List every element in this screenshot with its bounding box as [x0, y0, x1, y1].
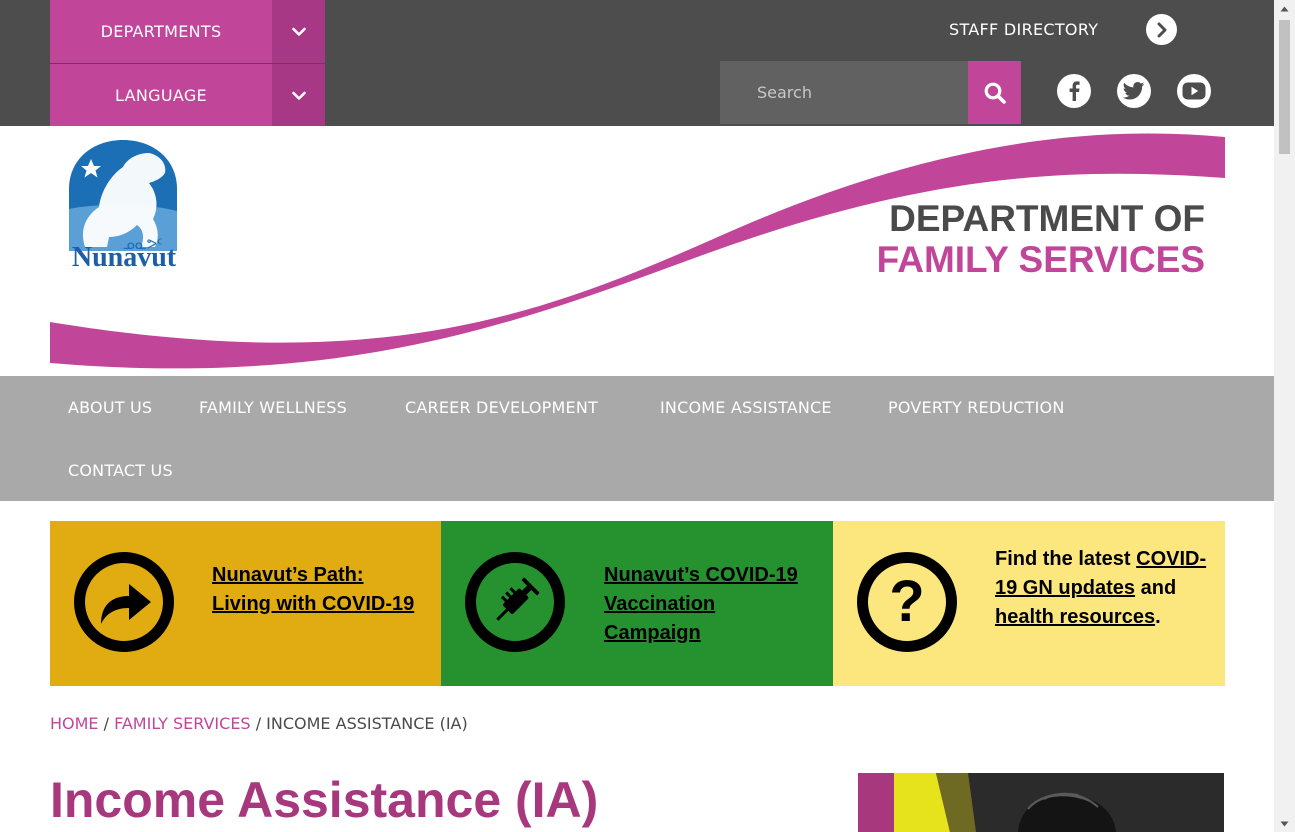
- syringe-icon: [465, 552, 565, 652]
- main-navigation: ABOUT US FAMILY WELLNESS CAREER DEVELOPM…: [0, 376, 1274, 501]
- scrollbar-thumb[interactable]: [1279, 20, 1290, 154]
- top-bar: DEPARTMENTS LANGUAGE STAFF DIRECTORY: [0, 0, 1274, 127]
- nav-item-contact-us[interactable]: CONTACT US: [68, 461, 173, 481]
- chevron-down-icon[interactable]: [272, 64, 325, 127]
- breadcrumb-current: INCOME ASSISTANCE (IA): [266, 714, 468, 733]
- language-dropdown[interactable]: LANGUAGE: [50, 64, 325, 127]
- updates-suffix: .: [1155, 606, 1161, 628]
- facebook-icon[interactable]: [1057, 74, 1091, 108]
- breadcrumb-family-services[interactable]: FAMILY SERVICES: [114, 714, 250, 733]
- page-title: Income Assistance (IA): [50, 772, 599, 828]
- vaccination-campaign-link[interactable]: Nunavut’s COVID-19 Vaccination Campaign: [604, 564, 798, 644]
- breadcrumb: HOME / FAMILY SERVICES / INCOME ASSISTAN…: [50, 713, 468, 735]
- banner-updates-text: Find the latest COVID-19 GN updates and …: [995, 545, 1210, 632]
- twitter-icon[interactable]: [1117, 74, 1151, 108]
- departments-label: DEPARTMENTS: [100, 22, 222, 41]
- search-button[interactable]: [968, 61, 1021, 124]
- breadcrumb-separator: /: [103, 714, 110, 733]
- nav-item-income-assistance[interactable]: INCOME ASSISTANCE: [660, 398, 832, 418]
- chevron-down-icon[interactable]: [272, 0, 325, 63]
- search-box: [720, 61, 968, 124]
- page-scrollbar[interactable]: [1274, 0, 1295, 832]
- nav-item-family-wellness[interactable]: FAMILY WELLNESS: [199, 398, 347, 418]
- chevron-right-icon[interactable]: [1146, 14, 1177, 45]
- nav-item-about-us[interactable]: ABOUT US: [68, 398, 152, 418]
- scroll-down-arrow-icon[interactable]: [1274, 815, 1295, 832]
- breadcrumb-home[interactable]: HOME: [50, 714, 99, 733]
- banner-nunavuts-path: Nunavut’s Path: Living with COVID-19: [50, 521, 441, 686]
- department-title-line2: FAMILY SERVICES: [876, 239, 1205, 280]
- nav-item-career-development[interactable]: CAREER DEVELOPMENT: [405, 398, 598, 418]
- search-icon: [984, 82, 1006, 104]
- department-title-line1: DEPARTMENT OF: [889, 198, 1205, 239]
- departments-dropdown[interactable]: DEPARTMENTS: [50, 0, 325, 63]
- nunavut-logo[interactable]: ᓄᓇᕗᑦ Nunavut: [67, 139, 179, 276]
- nav-item-poverty-reduction[interactable]: POVERTY REDUCTION: [888, 398, 1065, 418]
- breadcrumb-separator: /: [255, 714, 262, 733]
- department-title: DEPARTMENT OF FAMILY SERVICES: [877, 198, 1205, 280]
- banner-vaccination-text: Nunavut’s COVID-19 Vaccination Campaign: [604, 561, 809, 648]
- question-mark-icon: ?: [857, 552, 957, 652]
- updates-prefix: Find the latest: [995, 548, 1131, 570]
- banner-vaccination: Nunavut’s COVID-19 Vaccination Campaign: [441, 521, 833, 686]
- nunavuts-path-link[interactable]: Nunavut’s Path: Living with COVID-19: [212, 564, 414, 615]
- hero-image: [858, 773, 1224, 832]
- search-input[interactable]: [720, 61, 968, 124]
- staff-directory-link[interactable]: STAFF DIRECTORY: [949, 18, 1098, 42]
- banner-updates: ? Find the latest COVID-19 GN updates an…: [833, 521, 1225, 686]
- logo-wordmark: Nunavut: [71, 242, 177, 273]
- site-header: ᓄᓇᕗᑦ Nunavut DEPARTMENT OF FAMILY SERVIC…: [0, 126, 1274, 376]
- banner-path-text: Nunavut’s Path: Living with COVID-19: [212, 561, 422, 619]
- language-label: LANGUAGE: [115, 86, 207, 105]
- updates-middle: and: [1140, 577, 1177, 599]
- scroll-up-arrow-icon[interactable]: [1274, 0, 1295, 17]
- youtube-icon[interactable]: [1177, 74, 1211, 108]
- health-resources-link[interactable]: health resources: [995, 606, 1155, 628]
- arrow-right-icon: [74, 552, 174, 652]
